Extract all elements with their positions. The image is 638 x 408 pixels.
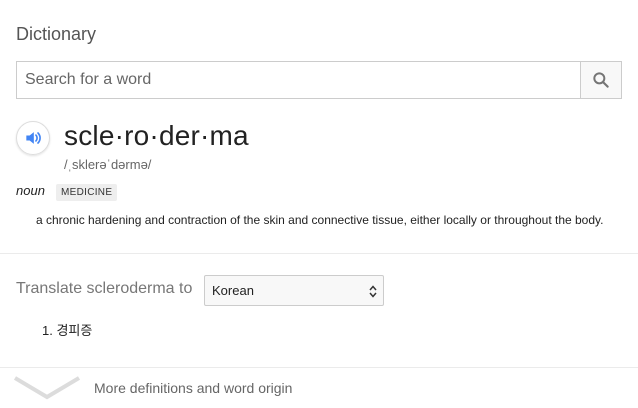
translation-result: 1. 경피증 bbox=[42, 323, 93, 338]
divider bbox=[0, 253, 638, 254]
chevron-down-icon bbox=[14, 376, 80, 400]
search-icon bbox=[593, 72, 609, 88]
speaker-icon bbox=[26, 132, 41, 144]
more-definitions-link[interactable]: More definitions and word origin bbox=[0, 368, 638, 408]
headword: scle·ro·der·ma bbox=[64, 120, 249, 151]
dictionary-title: Dictionary bbox=[16, 24, 97, 44]
dictionary-card: Dictionary scle·ro·der·ma /ˌsklerəˈdərmə… bbox=[0, 0, 638, 408]
language-select[interactable]: Korean bbox=[204, 275, 384, 306]
search-button[interactable] bbox=[580, 62, 621, 98]
translate-label: Translate scleroderma to bbox=[16, 280, 193, 297]
part-of-speech: noun bbox=[16, 183, 45, 198]
select-arrows-icon bbox=[369, 285, 377, 298]
definition-text: a chronic hardening and contraction of t… bbox=[36, 213, 604, 227]
search-input[interactable] bbox=[17, 62, 580, 98]
domain-badge: MEDICINE bbox=[56, 184, 118, 201]
phonetic-spelling: /ˌsklerəˈdərmə/ bbox=[64, 157, 152, 172]
more-definitions-label: More definitions and word origin bbox=[94, 380, 293, 396]
language-select-value: Korean bbox=[212, 283, 254, 298]
search-box bbox=[16, 61, 622, 99]
pronunciation-button[interactable] bbox=[16, 121, 50, 155]
